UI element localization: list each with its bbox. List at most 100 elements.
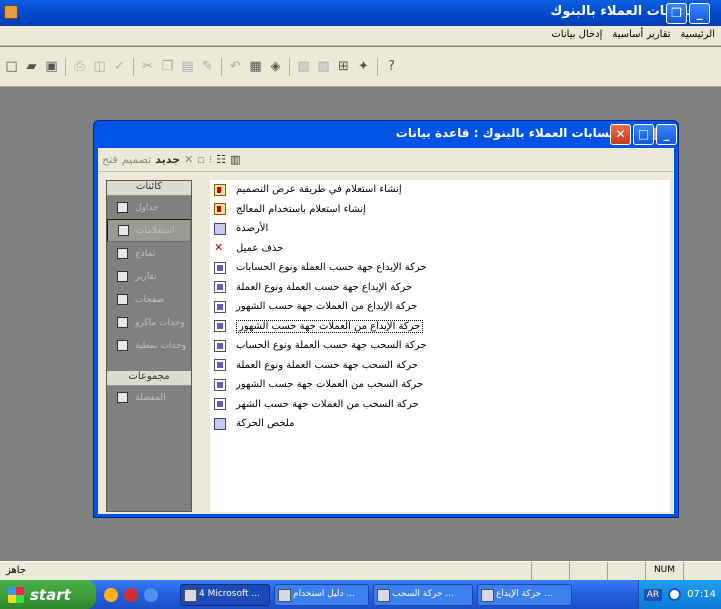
object-list-item[interactable]: حركة الإيداع من العملات جهة حسب الشهور [210, 317, 670, 337]
object-list-item[interactable]: حركة الإيداع من العملات جهة حسب الشهور [210, 297, 670, 317]
object-list-item[interactable]: ✕ حذف عميل [210, 239, 670, 259]
object-list-item-label: حركة السحب من العملات جهة حسب الشهر [236, 398, 419, 410]
relationships-icon[interactable]: ⊞ [334, 57, 353, 76]
save-icon[interactable]: ▣ [42, 57, 61, 76]
database-window-title-bar[interactable]: حسابات العملاء بالبنوك : قاعدة بيانات _ … [98, 121, 677, 148]
object-list-item-label: حركة السحب جهة حسب العملة ونوع الحساب [236, 340, 427, 352]
menu-item-main[interactable]: الرئيسية [681, 29, 715, 45]
list-view-icon[interactable]: ☷ [216, 153, 226, 166]
quick-launch-icon[interactable] [144, 587, 158, 602]
form-icon [214, 359, 226, 372]
objects-bar-item-label: جداول [135, 202, 159, 213]
analyze-icon[interactable]: ◈ [266, 57, 285, 76]
app-title-bar[interactable]: حسابات العملاء بالبنوك _ ❐ [0, 0, 721, 26]
taskbar-button[interactable]: دليل استخدام ... [274, 583, 369, 606]
object-list-item[interactable]: حركة السحب من العملات جهة حسب الشهور [210, 375, 670, 395]
code-icon[interactable]: ▧ [294, 57, 313, 76]
objects-bar-item[interactable]: جداول [107, 196, 191, 219]
taskbar-button[interactable]: حركة السحب ... [373, 583, 473, 606]
copy-icon[interactable]: ❐ [158, 57, 177, 76]
table-icon [117, 202, 128, 213]
object-list-item-label: إنشاء استعلام في طريقة عرض التصميم [236, 184, 402, 196]
object-list-item-label: حركة السحب من العملات جهة حسب الشهور [236, 379, 424, 391]
objects-bar-item[interactable]: نماذج [107, 242, 191, 265]
restore-button[interactable]: ❐ [666, 3, 687, 24]
objects-bar-item[interactable]: تقارير [107, 265, 191, 288]
objects-bar-item[interactable]: استعلامات [107, 219, 191, 242]
small-icons-icon[interactable]: ⁝ [209, 153, 213, 166]
objects-bar-item[interactable]: صفحات [107, 288, 191, 311]
start-button[interactable]: start [0, 580, 96, 609]
object-list-item[interactable]: الأرصدة [210, 219, 670, 239]
cut-icon[interactable]: ✂ [138, 57, 157, 76]
menu-item-basic-reports[interactable]: تقارير أساسية [612, 29, 670, 45]
toolbar-separator [133, 57, 134, 76]
print-icon[interactable]: ⎙ [70, 57, 89, 76]
form-icon [214, 339, 226, 352]
spelling-icon[interactable]: ✓ [110, 57, 129, 76]
wizard-icon [214, 183, 226, 196]
new-icon[interactable]: □ [2, 57, 21, 76]
object-list-item[interactable]: حركة السحب جهة حسب العملة ونوع العملة [210, 356, 670, 376]
large-icons-icon[interactable]: ▫ [197, 153, 204, 166]
taskbar-button[interactable]: 4 Microsoft ... [180, 583, 270, 606]
object-list-item-label: إنشاء استعلام باستخدام المعالج [236, 203, 366, 215]
window-controls: _ ❐ [666, 3, 710, 24]
clock: 07:14 [687, 589, 716, 600]
groups-bar-item[interactable]: المفضلة [107, 386, 191, 409]
db-minimize-button[interactable]: _ [656, 124, 677, 145]
start-label: start [30, 585, 71, 604]
office-links-icon[interactable]: ▦ [246, 57, 265, 76]
object-list-item-label: حركة الإيداع من العملات جهة حسب الشهور [236, 319, 424, 333]
groups-header[interactable]: مجموعات [107, 371, 191, 386]
taskbar-button[interactable]: حركة الإيداع ... [477, 583, 572, 606]
objects-header[interactable]: كائنات [107, 181, 191, 196]
db-maximize-button[interactable]: □ [633, 124, 654, 145]
form-icon [214, 281, 226, 294]
language-indicator[interactable]: AR [643, 588, 663, 601]
access-app-icon[interactable] [4, 5, 18, 19]
db-close-button[interactable]: ✕ [610, 124, 631, 145]
objects-bar-item-label: صفحات [135, 294, 165, 305]
open-icon[interactable]: ▰ [22, 57, 41, 76]
open-button[interactable]: فتح [102, 153, 118, 166]
toolbar-separator [289, 57, 290, 76]
objects-bar-item[interactable]: وحدات ماكرو [107, 311, 191, 334]
paste-icon[interactable]: ▤ [178, 57, 197, 76]
object-list-item[interactable]: حركة الإيداع جهة حسب العملة ونوع الحسابا… [210, 258, 670, 278]
format-painter-icon[interactable]: ✎ [198, 57, 217, 76]
wizard-icon [214, 203, 226, 216]
objects-bar-item[interactable]: وحدات نمطية [107, 334, 191, 357]
quick-launch [104, 587, 180, 602]
objects-bar-item-label: وحدات نمطية [135, 340, 187, 351]
form-icon [117, 248, 128, 259]
object-list-item[interactable]: إنشاء استعلام في طريقة عرض التصميم [210, 180, 670, 200]
help-icon[interactable]: ? [382, 57, 401, 76]
object-list-item[interactable]: حركة السحب من العملات جهة حسب الشهر [210, 395, 670, 415]
form-icon [214, 320, 226, 333]
design-button[interactable]: تصميم [122, 153, 152, 166]
undo-icon[interactable]: ↶ [226, 57, 245, 76]
macro-icon [117, 317, 128, 328]
quick-launch-icon[interactable] [124, 587, 138, 602]
object-list-item[interactable]: حركة الإيداع جهة حسب العملة ونوع العملة [210, 278, 670, 298]
details-view-icon[interactable]: ▥ [230, 153, 240, 166]
properties-icon[interactable]: ▨ [314, 57, 333, 76]
form-icon [214, 300, 226, 313]
minimize-button[interactable]: _ [689, 3, 710, 24]
windows-logo-icon [8, 586, 24, 603]
print-preview-icon[interactable]: ◫ [90, 57, 109, 76]
quick-launch-icon[interactable] [104, 587, 118, 602]
object-list-item[interactable]: حركة السحب جهة حسب العملة ونوع الحساب [210, 336, 670, 356]
object-list-item[interactable]: إنشاء استعلام باستخدام المعالج [210, 200, 670, 220]
db-window-controls: _ □ ✕ [610, 124, 677, 145]
delete-icon[interactable]: ✕ [184, 153, 193, 166]
favorites-icon [117, 392, 128, 403]
object-list-item[interactable]: ملخص الحركة [210, 414, 670, 434]
new-object-icon[interactable]: ✦ [354, 57, 373, 76]
tray-icon[interactable] [668, 588, 682, 601]
menu-item-data-entry[interactable]: إدخال بيانات [551, 29, 602, 45]
new-button[interactable]: جديد [155, 153, 180, 166]
status-cell [683, 562, 721, 580]
object-list-item-label: ملخص الحركة [236, 418, 295, 430]
